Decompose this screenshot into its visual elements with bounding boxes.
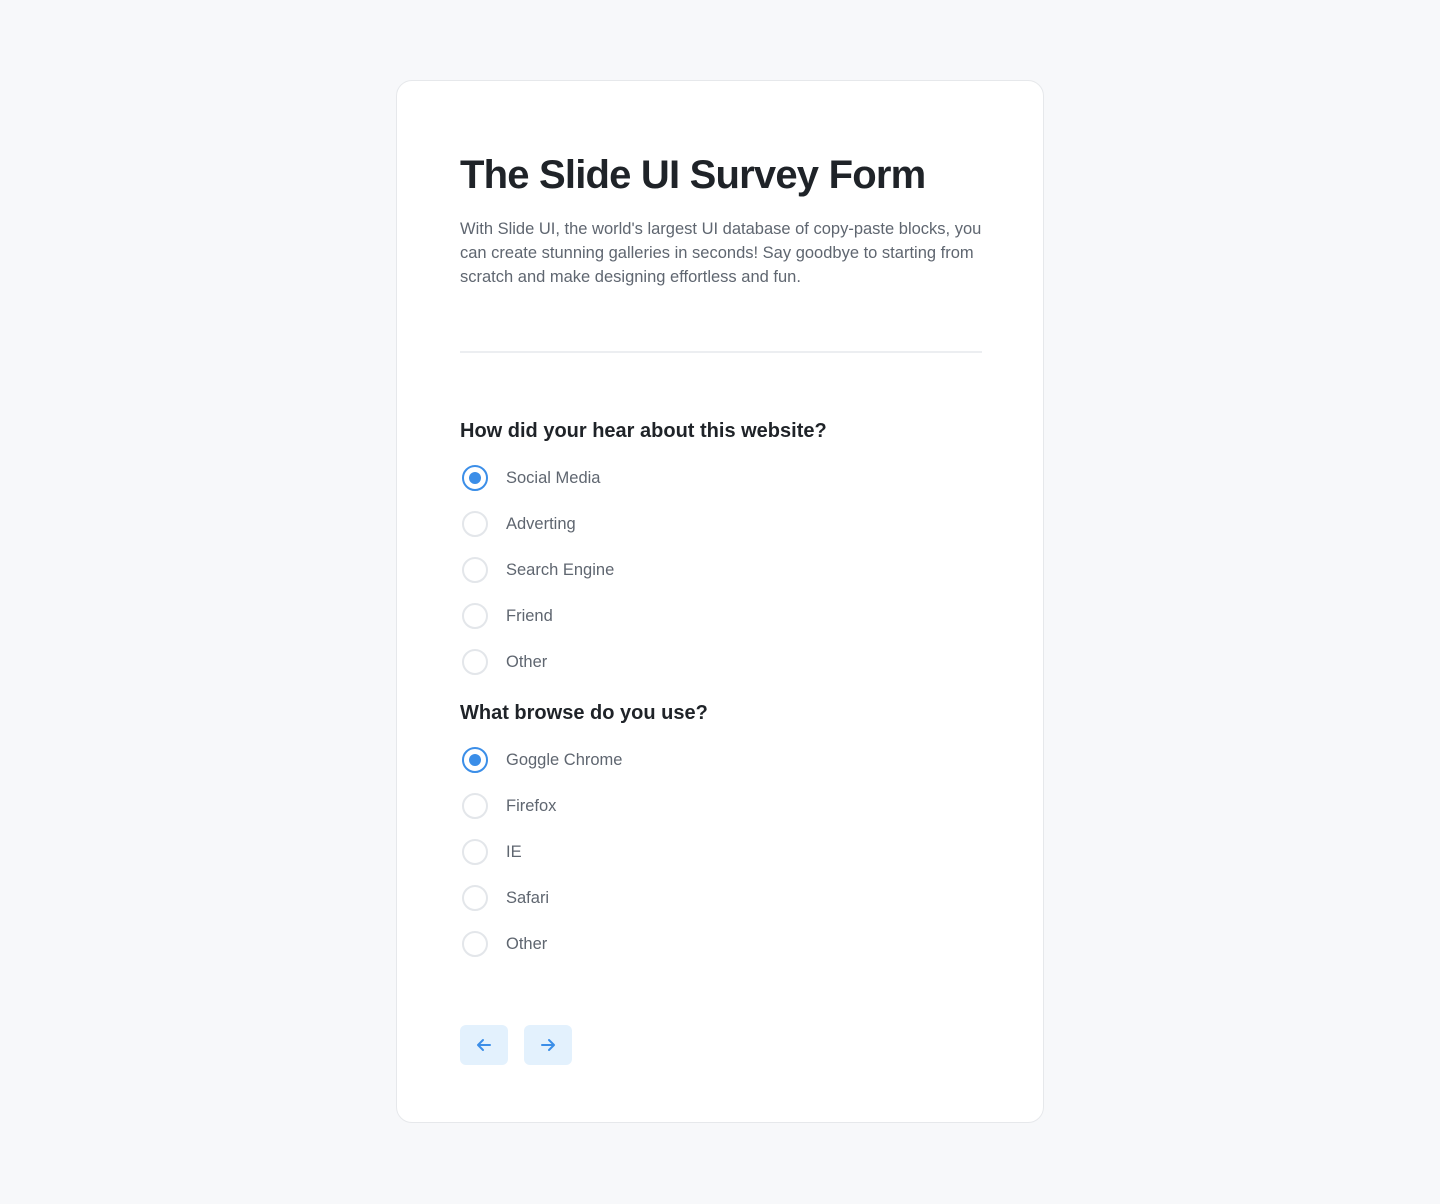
survey-card: The Slide UI Survey Form With Slide UI, … [396,80,1044,1123]
radio-option-safari[interactable]: Safari [460,883,980,913]
radio-button[interactable] [462,603,488,629]
previous-button[interactable] [460,1025,508,1065]
radio-option-social-media[interactable]: Social Media [460,463,980,493]
radio-option-ie[interactable]: IE [460,837,980,867]
radio-option-label: Search Engine [506,560,615,579]
radio-option-other[interactable]: Other [460,647,980,677]
radio-option-label: Goggle Chrome [506,750,623,769]
form-navigation [460,1025,980,1065]
radio-group-browser: Goggle Chrome Firefox IE Safari Other [460,745,980,959]
radio-option-goggle-chrome[interactable]: Goggle Chrome [460,745,980,775]
radio-option-label: Adverting [506,514,576,533]
radio-option-label: Other [506,934,548,953]
radio-option-label: Other [506,652,548,671]
question-title: How did your hear about this website? [460,420,827,442]
page-title: The Slide UI Survey Form [460,153,926,197]
radio-button[interactable] [462,557,488,583]
question-group-browser: What browse do you use? Goggle Chrome Fi… [460,699,980,959]
radio-button[interactable] [462,839,488,865]
radio-option-search-engine[interactable]: Search Engine [460,555,980,585]
question-title: What browse do you use? [460,702,708,724]
radio-option-firefox[interactable]: Firefox [460,791,980,821]
radio-option-adverting[interactable]: Adverting [460,509,980,539]
radio-option-label: Friend [506,606,553,625]
radio-button[interactable] [462,793,488,819]
radio-button[interactable] [462,511,488,537]
radio-button[interactable] [462,649,488,675]
radio-option-other[interactable]: Other [460,929,980,959]
radio-group-source: Social Media Adverting Search Engine Fri… [460,463,980,677]
radio-option-label: Firefox [506,796,557,815]
divider [460,351,982,353]
next-button[interactable] [524,1025,572,1065]
arrow-right-icon [541,1039,555,1051]
radio-option-label: Social Media [506,468,601,487]
radio-option-label: IE [506,842,522,861]
radio-button-checked[interactable] [462,465,488,491]
arrow-left-icon [477,1039,491,1051]
radio-option-label: Safari [506,888,550,907]
radio-button[interactable] [462,885,488,911]
form-description: With Slide UI, the world's largest UI da… [460,220,982,286]
question-group-source: How did your hear about this website? So… [460,417,980,677]
radio-button[interactable] [462,931,488,957]
radio-option-friend[interactable]: Friend [460,601,980,631]
radio-button-checked[interactable] [462,747,488,773]
